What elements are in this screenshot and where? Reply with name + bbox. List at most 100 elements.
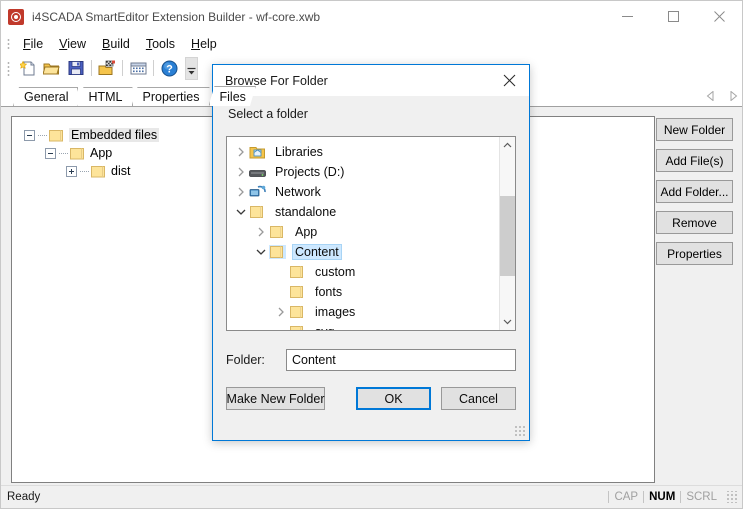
scrollbar-track[interactable] <box>500 154 515 313</box>
remove-button[interactable]: Remove <box>656 211 733 234</box>
folder-node-app[interactable]: App <box>227 222 499 242</box>
status-bar: Ready CAP NUM SCRL <box>1 485 742 508</box>
toolbar-grip-icon[interactable] <box>5 60 13 76</box>
make-new-folder-button[interactable]: Make New Folder <box>226 387 325 410</box>
folder-label-svg: svg <box>312 324 337 330</box>
folder-node-libraries[interactable]: Libraries <box>227 142 499 162</box>
folder-label-standalone: standalone <box>275 205 337 219</box>
network-icon <box>249 185 266 199</box>
grid-icon[interactable] <box>126 57 150 80</box>
properties-button[interactable]: Properties <box>656 242 733 265</box>
menu-tools-rest: ools <box>152 36 176 51</box>
folder-node-standalone[interactable]: standalone <box>227 202 499 222</box>
menu-view-rest: iew <box>67 36 87 51</box>
menu-help-rest: elp <box>200 36 217 51</box>
chevron-right-icon[interactable] <box>233 167 249 177</box>
open-folder-icon[interactable] <box>40 57 64 80</box>
folder-icon <box>49 129 64 142</box>
minimize-icon[interactable] <box>604 1 650 32</box>
chevron-down-icon[interactable] <box>233 208 249 216</box>
folder-node-svg[interactable]: svg <box>227 322 499 330</box>
tree-label-app: App <box>90 146 113 160</box>
folder-icon <box>91 165 106 178</box>
tab-files[interactable]: Files <box>209 86 256 106</box>
scroll-up-icon[interactable] <box>500 137 515 154</box>
file-actions-panel: New Folder Add File(s) Add Folder... Rem… <box>656 118 733 265</box>
folder-node-content[interactable]: Content <box>227 242 499 262</box>
status-indicators: CAP NUM SCRL <box>608 491 738 503</box>
expander-minus-icon[interactable] <box>24 129 35 141</box>
menu-file-label: F <box>23 36 31 51</box>
title-bar: i4SCADA SmartEditor Extension Builder - … <box>1 1 742 32</box>
dialog-prompt: Select a folder <box>228 107 308 121</box>
chevron-right-icon[interactable] <box>233 187 249 197</box>
folder-label-images: images <box>315 305 356 319</box>
scrollbar-thumb[interactable] <box>500 196 515 276</box>
folder-icon <box>289 325 306 330</box>
toolbar-overflow-icon[interactable] <box>185 56 198 80</box>
tab-html[interactable]: HTML <box>77 87 132 106</box>
status-badge-cap: CAP <box>608 491 643 503</box>
dialog-resize-grip-icon[interactable] <box>514 425 526 437</box>
folder-label-network: Network <box>275 185 321 199</box>
expander-plus-icon[interactable] <box>66 165 77 177</box>
help-icon[interactable]: ? <box>157 57 181 80</box>
dialog-button-row: Make New Folder OK Cancel <box>226 387 516 410</box>
new-file-icon[interactable] <box>16 57 40 80</box>
folder-browser-list: Libraries Projects (D:) Network standalo… <box>227 137 499 330</box>
tree-label-dist: dist <box>111 164 131 178</box>
folder-node-projects-d[interactable]: Projects (D:) <box>227 162 499 182</box>
folder-icon <box>70 147 85 160</box>
menu-bar: File View Build Tools Help <box>1 32 742 55</box>
new-folder-button[interactable]: New Folder <box>656 118 733 141</box>
folder-label-app: App <box>295 225 318 239</box>
menu-item-file[interactable]: File <box>15 35 51 53</box>
chevron-down-icon[interactable] <box>253 248 269 256</box>
folder-label-content: Content <box>292 244 342 260</box>
folder-node-images[interactable]: images <box>227 302 499 322</box>
close-icon[interactable] <box>489 66 529 96</box>
chevron-right-icon[interactable] <box>273 307 289 317</box>
status-badge-scrl: SCRL <box>680 491 722 503</box>
resize-grip-icon[interactable] <box>726 491 738 503</box>
save-icon[interactable] <box>64 57 88 80</box>
cancel-button[interactable]: Cancel <box>441 387 516 410</box>
scroll-down-icon[interactable] <box>500 313 515 330</box>
menu-item-build[interactable]: Build <box>94 35 138 53</box>
folder-tree-scrollbar[interactable] <box>499 137 515 330</box>
status-badge-num: NUM <box>643 491 680 503</box>
folder-icon <box>269 225 286 239</box>
chevron-right-icon[interactable] <box>253 227 269 237</box>
menu-grip-icon[interactable] <box>5 36 13 51</box>
build-icon[interactable] <box>95 57 119 80</box>
folder-icon <box>289 285 306 299</box>
drive-icon <box>249 165 266 179</box>
app-target-icon <box>8 8 24 25</box>
scroll-right-icon[interactable] <box>729 90 738 104</box>
folder-node-fonts[interactable]: fonts <box>227 282 499 302</box>
scroll-left-icon[interactable] <box>706 90 715 104</box>
tree-dots <box>80 170 89 172</box>
add-folder-button[interactable]: Add Folder... <box>656 180 733 203</box>
folder-browser-tree[interactable]: Libraries Projects (D:) Network standalo… <box>226 136 516 331</box>
folder-label-custom: custom <box>315 265 356 279</box>
close-icon[interactable] <box>696 1 742 32</box>
menu-item-help[interactable]: Help <box>183 35 225 53</box>
toolbar-separator <box>91 60 92 76</box>
expander-minus-icon[interactable] <box>45 147 56 159</box>
maximize-icon[interactable] <box>650 1 696 32</box>
chevron-right-icon[interactable] <box>233 147 249 157</box>
ok-button[interactable]: OK <box>356 387 431 410</box>
menu-item-view[interactable]: View <box>51 35 94 53</box>
tab-general[interactable]: General <box>13 87 78 106</box>
folder-node-network[interactable]: Network <box>227 182 499 202</box>
menu-item-tools[interactable]: Tools <box>138 35 183 53</box>
tree-label-embedded-files: Embedded files <box>69 128 160 142</box>
menu-build-rest: uild <box>110 36 130 51</box>
menu-help-label: H <box>191 36 201 51</box>
folder-name-input[interactable] <box>286 349 516 371</box>
add-files-button[interactable]: Add File(s) <box>656 149 733 172</box>
tree-dots <box>59 152 68 154</box>
folder-node-custom[interactable]: custom <box>227 262 499 282</box>
tab-properties[interactable]: Properties <box>132 87 210 106</box>
